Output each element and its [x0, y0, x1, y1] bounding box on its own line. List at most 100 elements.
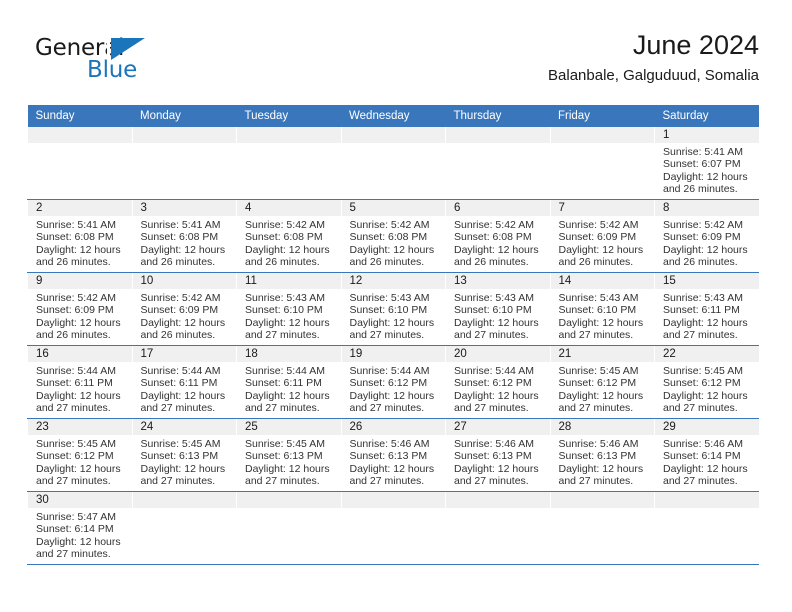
- page-subtitle: Balanbale, Galguduud, Somalia: [548, 67, 759, 84]
- sunset-text: Sunset: 6:10 PM: [245, 304, 323, 317]
- calendar-day-cell[interactable]: [549, 127, 655, 200]
- sunset-text: Sunset: 6:12 PM: [558, 377, 637, 390]
- daylight-text: Daylight: 12 hours and 27 minutes.: [36, 389, 121, 415]
- calendar-day-cell[interactable]: 12 Sunrise: 5:43 AM Sunset: 6:10 PM Dayligh…: [340, 272, 446, 346]
- day-details: Sunrise: 5:45 AM Sunset: 6:13 PM Daylight:…: [237, 435, 341, 488]
- sunrise-text: Sunrise: 5:44 AM: [140, 365, 221, 377]
- calendar-day-cell[interactable]: 2 Sunrise: 5:41 AM Sunset: 6:08 PM Daylight…: [27, 199, 132, 273]
- calendar-day-cell[interactable]: 17 Sunrise: 5:44 AM Sunset: 6:11 PM Dayligh…: [131, 345, 237, 419]
- day-details: Sunrise: 5:43 AM Sunset: 6:10 PM Daylight:…: [342, 289, 446, 342]
- calendar-day-cell[interactable]: 16 Sunrise: 5:44 AM Sunset: 6:11 PM Dayligh…: [27, 345, 132, 419]
- daylight-text: Daylight: 12 hours and 27 minutes.: [245, 316, 330, 342]
- day-details: Sunrise: 5:44 AM Sunset: 6:12 PM Daylight:…: [446, 362, 550, 415]
- calendar-day-cell[interactable]: [236, 127, 341, 200]
- day-details: Sunrise: 5:41 AM Sunset: 6:07 PM Daylight:…: [655, 143, 759, 196]
- calendar-day-cell[interactable]: 28 Sunrise: 5:46 AM Sunset: 6:13 PM Dayligh…: [549, 418, 655, 492]
- calendar-day-cell[interactable]: [27, 127, 132, 200]
- page-title: June 2024: [632, 30, 759, 60]
- weekday-header-cell: Tuesday: [236, 105, 341, 127]
- calendar-day-cell[interactable]: 29 Sunrise: 5:46 AM Sunset: 6:14 PM Dayligh…: [654, 418, 759, 492]
- daylight-text: Daylight: 12 hours and 26 minutes.: [349, 243, 435, 269]
- day-details: Sunrise: 5:45 AM Sunset: 6:13 PM Daylight:…: [133, 435, 237, 488]
- day-number: 26: [341, 419, 445, 435]
- calendar-day-cell[interactable]: 6 Sunrise: 5:42 AM Sunset: 6:08 PM Daylight…: [445, 199, 550, 273]
- day-number: 2: [28, 200, 132, 216]
- calendar-day-cell[interactable]: 21 Sunrise: 5:45 AM Sunset: 6:12 PM Dayligh…: [549, 345, 655, 419]
- sunset-text: Sunset: 6:12 PM: [454, 377, 532, 390]
- sunrise-text: Sunrise: 5:46 AM: [454, 438, 534, 450]
- day-details: Sunrise: 5:46 AM Sunset: 6:14 PM Daylight:…: [655, 435, 759, 488]
- day-number: 23: [28, 419, 132, 435]
- calendar-body: 1 Sunrise: 5:41 AM Sunset: 6:07 PM Daylight…: [27, 127, 759, 565]
- sunrise-text: Sunrise: 5:47 AM: [36, 511, 116, 523]
- calendar-day-cell[interactable]: 30 Sunrise: 5:47 AM Sunset: 6:14 PM Dayligh…: [27, 491, 132, 565]
- day-details: Sunrise: 5:44 AM Sunset: 6:11 PM Daylight:…: [28, 362, 132, 415]
- calendar-day-cell[interactable]: 1 Sunrise: 5:41 AM Sunset: 6:07 PM Daylight…: [654, 127, 759, 200]
- day-number: 16: [28, 346, 132, 362]
- calendar-day-cell[interactable]: [549, 491, 655, 565]
- day-number: 10: [132, 273, 236, 289]
- daylight-text: Daylight: 12 hours and 27 minutes.: [663, 316, 748, 342]
- calendar-day-cell[interactable]: 14 Sunrise: 5:43 AM Sunset: 6:10 PM Dayligh…: [549, 272, 655, 346]
- calendar-day-cell[interactable]: [340, 127, 446, 200]
- calendar-day-cell[interactable]: [654, 491, 759, 565]
- sunrise-text: Sunrise: 5:43 AM: [454, 292, 534, 304]
- calendar-day-cell[interactable]: 5 Sunrise: 5:42 AM Sunset: 6:08 PM Daylight…: [340, 199, 446, 273]
- day-number: 28: [550, 419, 654, 435]
- day-details: Sunrise: 5:44 AM Sunset: 6:12 PM Daylight:…: [342, 362, 446, 415]
- sunset-text: Sunset: 6:09 PM: [558, 231, 637, 244]
- sunset-text: Sunset: 6:09 PM: [663, 231, 741, 244]
- calendar-day-cell[interactable]: 22 Sunrise: 5:45 AM Sunset: 6:12 PM Dayligh…: [654, 345, 759, 419]
- day-details: Sunrise: 5:41 AM Sunset: 6:08 PM Daylight:…: [133, 216, 237, 269]
- day-number: 24: [132, 419, 236, 435]
- calendar-day-cell[interactable]: 18 Sunrise: 5:44 AM Sunset: 6:11 PM Dayligh…: [236, 345, 341, 419]
- weekday-header: Sunday Monday Tuesday Wednesday Thursday Frid…: [27, 105, 759, 127]
- day-number: [28, 127, 132, 143]
- calendar-day-cell[interactable]: [131, 127, 237, 200]
- calendar-day-cell[interactable]: 19 Sunrise: 5:44 AM Sunset: 6:12 PM Dayligh…: [340, 345, 446, 419]
- calendar-day-cell[interactable]: [131, 491, 237, 565]
- calendar-day-cell[interactable]: 8 Sunrise: 5:42 AM Sunset: 6:09 PM Daylight…: [654, 199, 759, 273]
- daylight-text: Daylight: 12 hours and 26 minutes.: [558, 243, 644, 269]
- day-details: Sunrise: 5:42 AM Sunset: 6:09 PM Daylight:…: [551, 216, 655, 269]
- calendar-day-cell[interactable]: [445, 127, 550, 200]
- day-number: [655, 492, 759, 508]
- calendar-day-cell[interactable]: 25 Sunrise: 5:45 AM Sunset: 6:13 PM Dayligh…: [236, 418, 341, 492]
- daylight-text: Daylight: 12 hours and 26 minutes.: [663, 170, 748, 196]
- sunrise-text: Sunrise: 5:46 AM: [663, 438, 743, 450]
- weekday-header-cell: Monday: [132, 105, 237, 127]
- calendar-day-cell[interactable]: [445, 491, 550, 565]
- calendar-day-cell[interactable]: 4 Sunrise: 5:42 AM Sunset: 6:08 PM Daylight…: [236, 199, 341, 273]
- day-number: 19: [341, 346, 445, 362]
- logo-text-blue: Blue: [87, 57, 138, 83]
- day-details: Sunrise: 5:45 AM Sunset: 6:12 PM Daylight:…: [28, 435, 132, 488]
- calendar-day-cell[interactable]: 3 Sunrise: 5:41 AM Sunset: 6:08 PM Daylight…: [131, 199, 237, 273]
- general-blue-logo[interactable]: General Blue: [35, 35, 165, 91]
- sunrise-text: Sunrise: 5:42 AM: [245, 219, 325, 231]
- day-details: Sunrise: 5:44 AM Sunset: 6:11 PM Daylight:…: [237, 362, 341, 415]
- daylight-text: Daylight: 12 hours and 27 minutes.: [454, 389, 539, 415]
- calendar-day-cell[interactable]: 26 Sunrise: 5:46 AM Sunset: 6:13 PM Dayligh…: [340, 418, 446, 492]
- daylight-text: Daylight: 12 hours and 27 minutes.: [558, 316, 644, 342]
- calendar-day-cell[interactable]: 11 Sunrise: 5:43 AM Sunset: 6:10 PM Dayligh…: [236, 272, 341, 346]
- calendar-day-cell[interactable]: 7 Sunrise: 5:42 AM Sunset: 6:09 PM Daylight…: [549, 199, 655, 273]
- calendar-day-cell[interactable]: 13 Sunrise: 5:43 AM Sunset: 6:10 PM Dayligh…: [445, 272, 550, 346]
- day-number: [237, 492, 341, 508]
- sunset-text: Sunset: 6:08 PM: [140, 231, 219, 244]
- sunset-text: Sunset: 6:13 PM: [140, 450, 219, 463]
- daylight-text: Daylight: 12 hours and 26 minutes.: [140, 316, 226, 342]
- calendar-day-cell[interactable]: 20 Sunrise: 5:44 AM Sunset: 6:12 PM Dayligh…: [445, 345, 550, 419]
- day-details: Sunrise: 5:47 AM Sunset: 6:14 PM Daylight:…: [28, 508, 132, 561]
- sunset-text: Sunset: 6:11 PM: [245, 377, 322, 390]
- calendar-day-cell[interactable]: 27 Sunrise: 5:46 AM Sunset: 6:13 PM Dayligh…: [445, 418, 550, 492]
- calendar-day-cell[interactable]: 10 Sunrise: 5:42 AM Sunset: 6:09 PM Dayligh…: [131, 272, 237, 346]
- daylight-text: Daylight: 12 hours and 27 minutes.: [663, 462, 748, 488]
- sunrise-text: Sunrise: 5:42 AM: [454, 219, 534, 231]
- calendar-day-cell[interactable]: 9 Sunrise: 5:42 AM Sunset: 6:09 PM Daylight…: [27, 272, 132, 346]
- page-header: General Blue June 2024 Balanbale, Galgud…: [27, 28, 759, 94]
- calendar-day-cell[interactable]: [236, 491, 341, 565]
- calendar-day-cell[interactable]: 15 Sunrise: 5:43 AM Sunset: 6:11 PM Dayligh…: [654, 272, 759, 346]
- calendar-day-cell[interactable]: [340, 491, 446, 565]
- calendar-day-cell[interactable]: 23 Sunrise: 5:45 AM Sunset: 6:12 PM Dayligh…: [27, 418, 132, 492]
- calendar-day-cell[interactable]: 24 Sunrise: 5:45 AM Sunset: 6:13 PM Dayligh…: [131, 418, 237, 492]
